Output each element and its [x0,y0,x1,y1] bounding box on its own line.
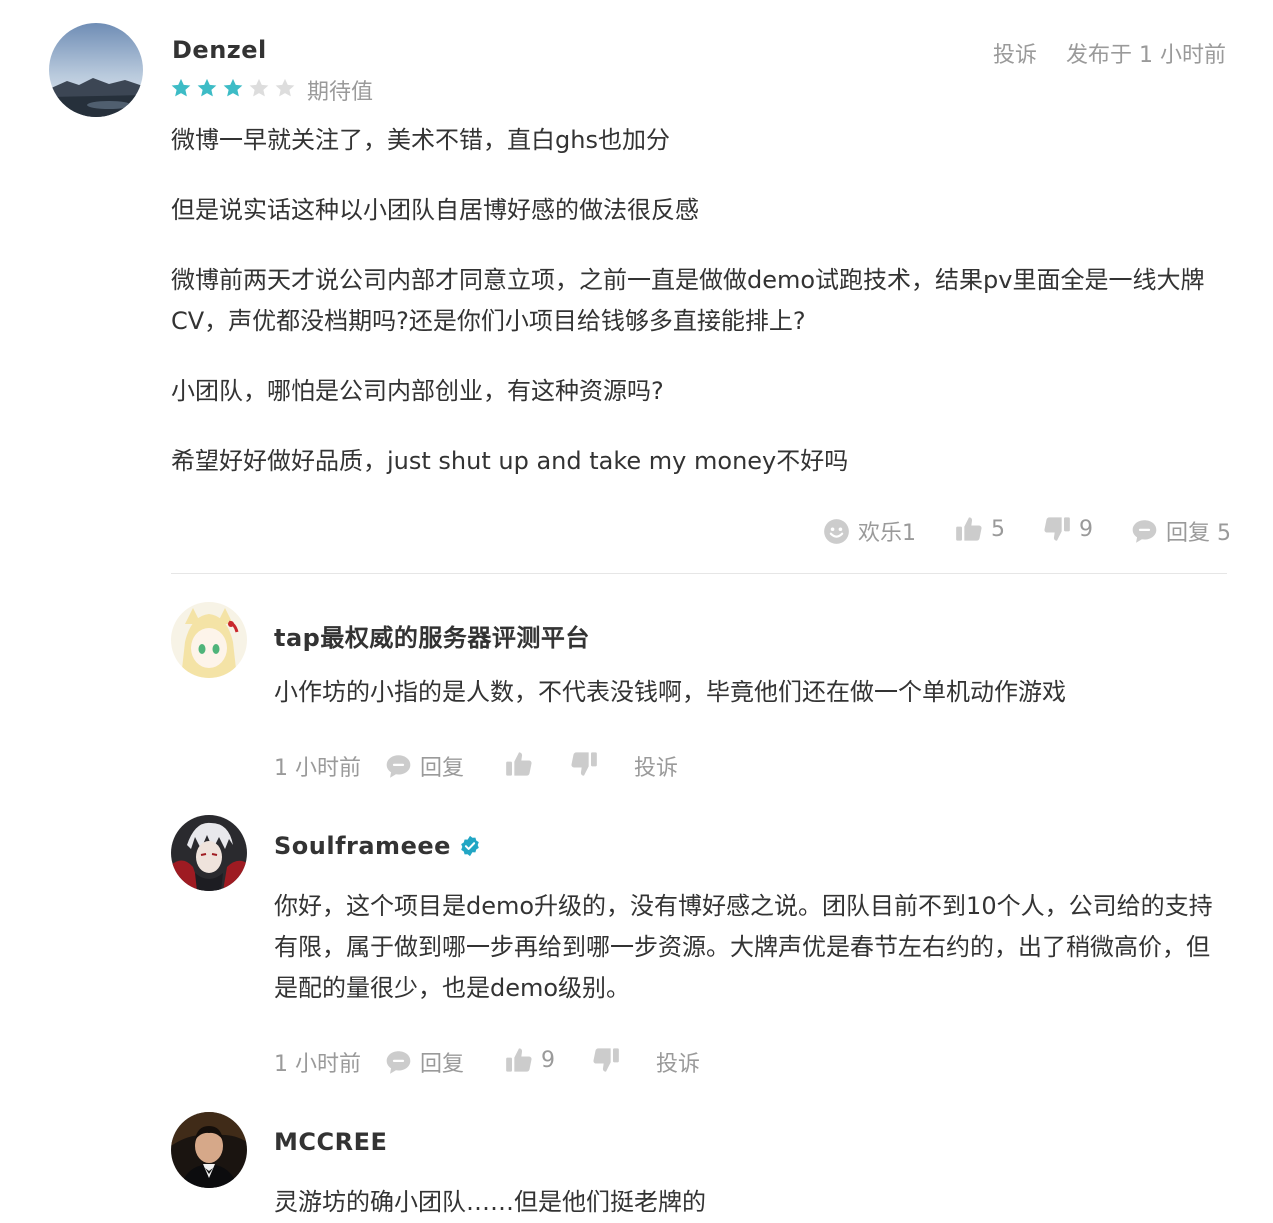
speech-bubble-icon [386,754,411,778]
thumbs-down-icon [1044,517,1070,541]
smile-icon [824,518,849,544]
reply-author-name[interactable]: MCCREE [274,1128,387,1156]
reply-button[interactable]: 回复 [385,1046,464,1078]
star-icon [249,78,269,97]
thumbs-up-icon [506,1048,532,1072]
reply-text: 你好，这个项目是demo升级的，没有博好感之说。团队目前不到10个人，公司给的支… [274,892,1213,1002]
reply-label: 回复 [420,1052,465,1077]
reply-text: 小作坊的小指的是人数，不代表没钱啊，毕竟他们还在做一个单机动作游戏 [274,678,1066,706]
star-icon [197,78,217,97]
dislike-count: 9 [1079,516,1093,542]
review-author-name[interactable]: Denzel [172,36,267,64]
review-body: 微博一早就关注了，美术不错，直白ghs也加分 但是说实话这种以小团队自居博好感的… [171,120,1221,511]
reply-button[interactable]: 回复 5 [1131,515,1231,547]
review-paragraph: 小团队，哪怕是公司内部创业，有这种资源吗? [171,377,664,405]
thumbs-up-icon [956,517,982,541]
report-label: 投诉 [656,1052,701,1077]
dislike-button[interactable] [592,1046,628,1074]
report-link[interactable]: 投诉 [993,37,1037,69]
report-link[interactable]: 投诉 [634,750,678,782]
reply-time-label: 1 小时前 [274,756,361,781]
thumbs-down-icon [571,752,597,776]
dislike-button[interactable]: 9 [1043,515,1093,543]
reply-time: 1 小时前 [274,750,361,782]
review-paragraph: 但是说实话这种以小团队自居博好感的做法很反感 [171,196,699,224]
reply-author-name[interactable]: tap最权威的服务器评测平台 [274,618,590,653]
avatar-reply-2[interactable] [171,815,247,891]
like-count: 5 [991,516,1005,542]
fun-label: 欢乐1 [858,521,916,546]
star-icon [223,78,243,97]
review-paragraph: 希望好好做好品质，just shut up and take my money不… [171,447,849,475]
star-icon [171,78,191,97]
avatar-denzel[interactable] [49,23,143,117]
dislike-button[interactable] [570,750,606,778]
avatar-reply-1[interactable] [171,602,247,678]
review-paragraph: 微博前两天才说公司内部才同意立项，之前一直是做做demo试跑技术，结果pv里面全… [171,266,1205,335]
reply-text: 灵游坊的确小团队……但是他们挺老牌的 [274,1188,706,1216]
like-button[interactable]: 9 [505,1046,555,1074]
rating-stars [170,77,296,99]
speech-bubble-icon [386,1050,411,1074]
fun-button[interactable]: 欢乐1 [823,515,916,547]
reply-label: 回复 [420,756,465,781]
reply-time: 1 小时前 [274,1046,361,1078]
thumbs-up-icon [506,752,532,776]
reply-button[interactable]: 回复 [385,750,464,782]
report-label: 投诉 [634,756,679,781]
like-button[interactable] [505,750,541,778]
reply-author-name[interactable]: Soulframeee [274,832,481,860]
reply-label: 回复 5 [1166,521,1231,546]
star-icon [275,78,295,97]
verified-badge-icon [461,835,479,857]
like-button[interactable]: 5 [955,515,1005,543]
report-link[interactable]: 投诉 [656,1046,700,1078]
review-time: 发布于 1 小时前 [1066,43,1226,68]
reply-time-label: 1 小时前 [274,1052,361,1077]
avatar-reply-3[interactable] [171,1112,247,1188]
speech-bubble-icon [1132,519,1157,543]
like-count: 9 [541,1047,555,1073]
divider [171,573,1227,574]
rating-label: 期待值 [307,80,374,105]
reply-author-label: Soulframeee [274,832,451,860]
thumbs-down-icon [593,1048,619,1072]
review-paragraph: 微博一早就关注了，美术不错，直白ghs也加分 [171,126,670,154]
